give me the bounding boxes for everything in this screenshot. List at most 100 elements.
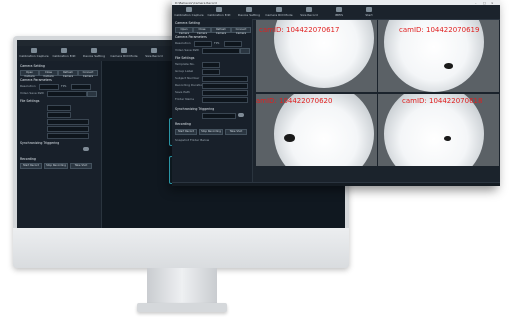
recording-heading: Recording <box>20 157 36 161</box>
edit-icon <box>216 7 222 12</box>
recording-duration-input[interactable] <box>202 83 248 89</box>
camera-view-4[interactable]: camID: 104422070618 <box>378 94 499 166</box>
browse-button[interactable] <box>87 91 97 97</box>
window-title: D:\Behavior\Camera Record <box>175 0 217 5</box>
file-row-label: Subject Number <box>175 76 200 80</box>
sync-toggle[interactable] <box>83 147 89 151</box>
camera-id-label: camID: 104422070617 <box>259 26 340 34</box>
toolbar-device-setting-button[interactable]: Device Setting <box>79 47 109 58</box>
toolbar-calibration-capture-button[interactable]: Calibration Capture <box>174 6 204 17</box>
template-no-input[interactable] <box>202 62 220 68</box>
close-icon[interactable]: × <box>491 1 494 5</box>
fps-label: FPS <box>61 84 67 88</box>
camera-setting-heading: Camera Setting <box>20 64 45 68</box>
camera-calibration-icon <box>31 48 37 53</box>
start-record-button[interactable]: Start Record <box>175 129 197 135</box>
device-settings-icon <box>91 48 97 53</box>
device-settings-icon <box>246 7 252 12</box>
save-path-input[interactable] <box>202 90 248 96</box>
file-row-label: Recording Duration <box>175 83 204 87</box>
toolbar-camera-roi-button[interactable]: Camera ROI Mode <box>264 6 294 17</box>
resolution-select[interactable] <box>194 41 212 47</box>
video-save-path-label: Video Save Path <box>175 48 200 52</box>
folder-name-input[interactable] <box>202 97 248 103</box>
file-row-label: Group Label <box>175 69 194 73</box>
resolution-select[interactable] <box>39 84 59 90</box>
roi-icon <box>276 7 282 12</box>
close-camera-button[interactable]: Close Camera <box>193 27 211 35</box>
snapshot-folder-label: Snapshot Folder Below <box>175 138 210 142</box>
toolbar-calibration-capture-button[interactable]: Calibration Capture <box>19 47 49 58</box>
file-field-2[interactable] <box>47 112 71 118</box>
window-toolbar: Calibration Capture Calibration Edit Dev… <box>172 5 500 20</box>
open-camera-button[interactable]: Open Camera <box>20 70 39 78</box>
recording-heading: Recording <box>175 122 191 126</box>
device-icon <box>336 7 342 12</box>
file-row-label: Template No. <box>175 62 195 66</box>
camera-view-2[interactable]: camID: 104422070619 <box>378 20 499 92</box>
minimize-icon[interactable]: – <box>475 1 477 5</box>
start-record-button[interactable]: Start Record <box>20 163 42 169</box>
window-status-bar <box>172 182 500 186</box>
file-field-4[interactable] <box>47 126 89 132</box>
sync-heading: Synchronizing Triggering <box>175 107 215 111</box>
toolbar-imeis-button[interactable]: IMEIS <box>324 6 354 17</box>
resolution-label: Resolution <box>20 84 36 88</box>
toolbar-size-record-button[interactable]: Size Record <box>139 47 169 58</box>
close-camera-button[interactable]: Close Camera <box>39 70 58 78</box>
file-row-label: Folder Name <box>175 97 195 101</box>
fps-select[interactable] <box>71 84 91 90</box>
record-icon <box>151 48 157 53</box>
camera-calibration-icon <box>186 7 192 12</box>
record-icon <box>306 7 312 12</box>
toolbar-calibration-edit-button[interactable]: Calibration Edit <box>49 47 79 58</box>
connect-camera-button[interactable]: Connect Camera <box>231 27 251 35</box>
connect-camera-button[interactable]: Connect Camera <box>78 70 98 78</box>
start-icon <box>366 7 372 12</box>
refresh-camera-button[interactable]: Refresh Camera <box>211 27 231 35</box>
camera-id-label: camID: 104422070620 <box>256 97 333 105</box>
resolution-label: Resolution <box>175 41 191 45</box>
file-field-1[interactable] <box>47 105 71 111</box>
monitor-app-left-panel: Camera Setting Open Camera Close Camera … <box>17 61 102 228</box>
edit-icon <box>61 48 67 53</box>
camera-setting-heading: Camera Setting <box>175 21 200 25</box>
mouse-subject <box>284 134 295 142</box>
take-shot-button[interactable]: Take Shot <box>70 163 92 169</box>
file-field-3[interactable] <box>47 119 89 125</box>
file-row-label: Save Path <box>175 90 190 94</box>
camera-parameters-heading: Camera Parameters <box>20 78 52 82</box>
stop-recording-button[interactable]: Stop Recording <box>199 129 223 135</box>
subject-number-input[interactable] <box>202 76 248 82</box>
file-settings-heading: File Settings <box>175 56 195 60</box>
fps-label: FPS <box>214 41 220 45</box>
browse-button[interactable] <box>240 48 250 54</box>
fps-select[interactable] <box>224 41 242 47</box>
mouse-subject <box>444 63 453 69</box>
monitor-stand <box>147 268 217 306</box>
monitor-chin <box>13 228 349 268</box>
sync-toggle[interactable] <box>238 113 244 117</box>
camera-record-window: D:\Behavior\Camera Record – □ × Calibrat… <box>172 0 500 186</box>
toolbar-calibration-edit-button[interactable]: Calibration Edit <box>204 6 234 17</box>
toolbar-size-record-button[interactable]: Size Record <box>294 6 324 17</box>
mouse-subject <box>444 136 451 141</box>
camera-id-label: camID: 104422070618 <box>402 97 483 105</box>
group-label-input[interactable] <box>202 69 220 75</box>
take-shot-button[interactable]: Take Shot <box>225 129 247 135</box>
file-field-5[interactable] <box>47 133 89 139</box>
toolbar-camera-roi-button[interactable]: Camera ROI Mode <box>109 47 139 58</box>
video-save-path-input[interactable] <box>202 48 240 54</box>
stop-recording-button[interactable]: Stop Recording <box>44 163 68 169</box>
maximize-icon[interactable]: □ <box>483 1 486 5</box>
camera-view-3[interactable]: camID: 104422070620 <box>256 94 377 166</box>
toolbar-device-setting-button[interactable]: Device Setting <box>234 6 264 17</box>
sync-heading: Synchronizing Triggering <box>20 141 60 145</box>
camera-view-1[interactable]: camID: 104422070617 <box>256 20 377 92</box>
open-camera-button[interactable]: Open Camera <box>175 27 193 35</box>
video-save-path-label: Video Save Path <box>20 91 45 95</box>
video-save-path-input[interactable] <box>47 91 87 97</box>
toolbar-start-button[interactable]: Start <box>354 6 384 17</box>
sync-select[interactable] <box>202 113 236 119</box>
refresh-camera-button[interactable]: Refresh Camera <box>58 70 78 78</box>
